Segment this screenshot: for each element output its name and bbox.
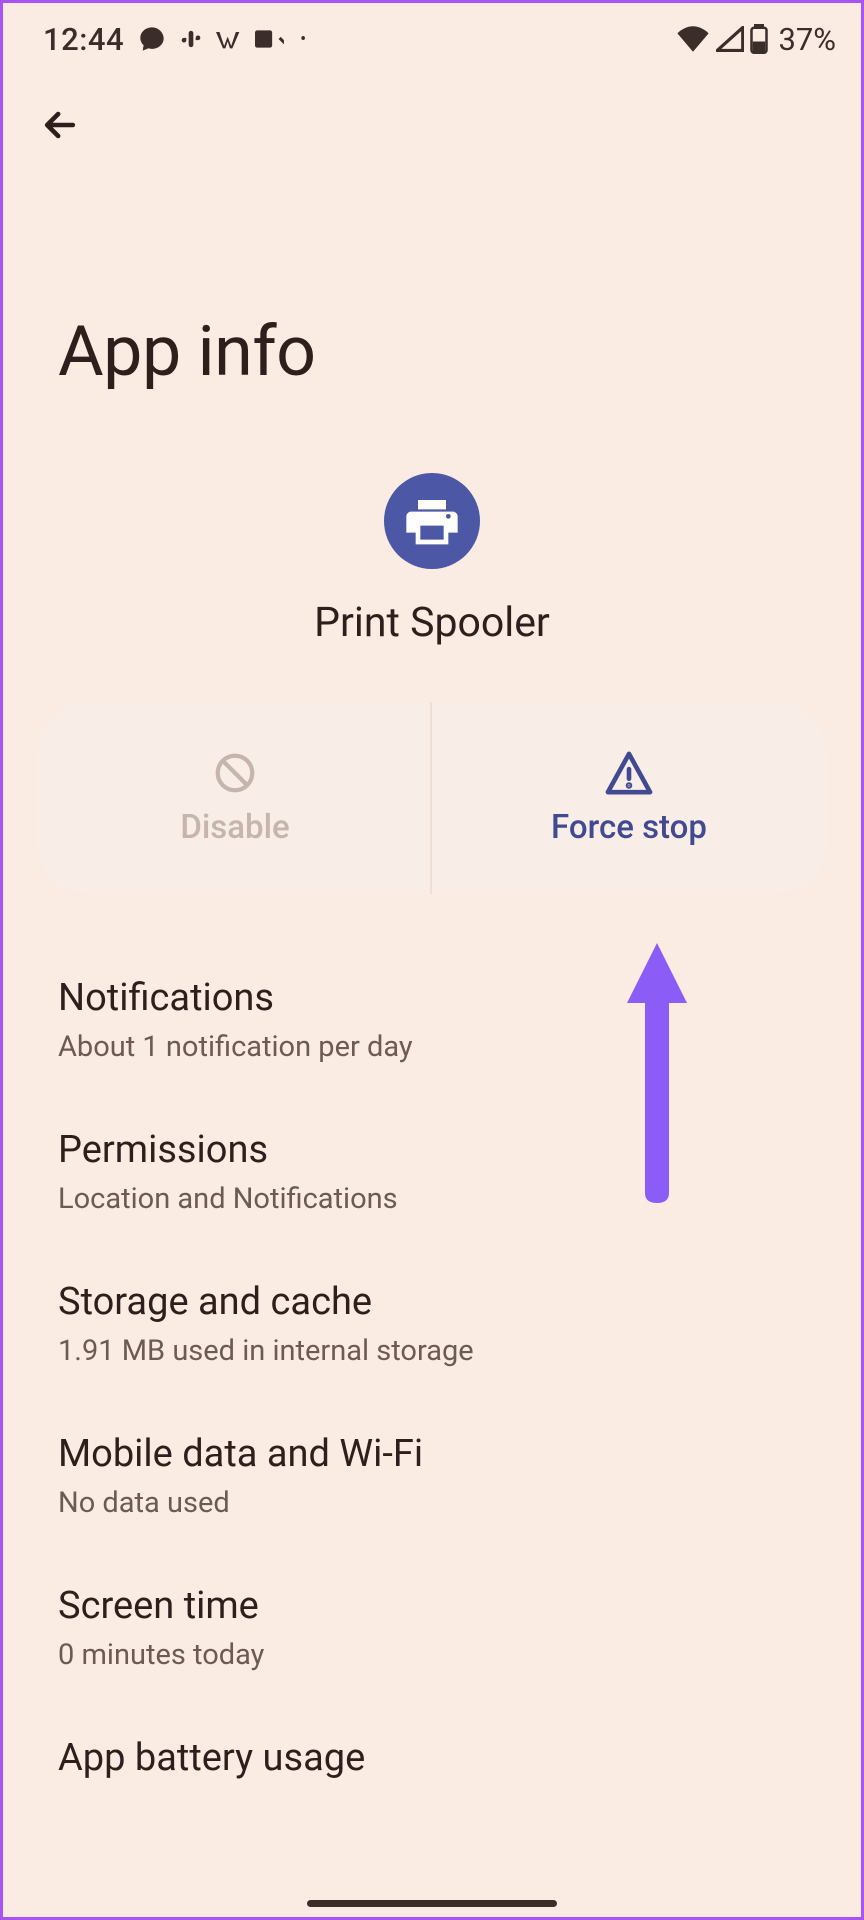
setting-title: Storage and cache	[58, 1280, 806, 1324]
setting-battery[interactable]: App battery usage	[58, 1704, 806, 1822]
status-left: 12:44 •	[43, 21, 306, 58]
setting-title: Permissions	[58, 1128, 806, 1172]
app-icon-1	[216, 27, 244, 51]
setting-subtitle: Location and Notifications	[58, 1182, 806, 1216]
nav-indicator[interactable]	[307, 1900, 557, 1907]
disable-label: Disable	[180, 808, 289, 847]
battery-percent: 37%	[778, 21, 836, 58]
printer-icon	[404, 495, 460, 547]
status-notification-icons: •	[138, 25, 306, 53]
more-dot: •	[300, 29, 306, 50]
force-stop-button[interactable]: Force stop	[432, 702, 826, 894]
setting-storage[interactable]: Storage and cache 1.91 MB used in intern…	[58, 1248, 806, 1400]
disable-button: Disable	[38, 702, 432, 894]
arrow-back-icon	[38, 103, 82, 147]
app-name: Print Spooler	[314, 599, 550, 647]
setting-subtitle: 0 minutes today	[58, 1638, 806, 1672]
setting-subtitle: No data used	[58, 1486, 806, 1520]
disable-icon	[212, 750, 258, 796]
battery-icon	[750, 24, 768, 54]
page-title: App info	[3, 171, 861, 473]
chat-icon	[138, 25, 166, 53]
outlook-icon	[255, 27, 285, 51]
status-bar: 12:44 • 37%	[3, 3, 861, 73]
setting-title: Mobile data and Wi-Fi	[58, 1432, 806, 1476]
actions-row: Disable Force stop	[38, 702, 826, 894]
wifi-icon	[676, 26, 710, 52]
setting-permissions[interactable]: Permissions Location and Notifications	[58, 1096, 806, 1248]
setting-title: Screen time	[58, 1584, 806, 1628]
setting-notifications[interactable]: Notifications About 1 notification per d…	[58, 944, 806, 1096]
setting-title: App battery usage	[58, 1736, 806, 1780]
status-right: 37%	[676, 21, 836, 58]
back-button[interactable]	[3, 73, 861, 171]
setting-title: Notifications	[58, 976, 806, 1020]
setting-subtitle: About 1 notification per day	[58, 1030, 806, 1064]
app-header: Print Spooler	[3, 473, 861, 702]
setting-subtitle: 1.91 MB used in internal storage	[58, 1334, 806, 1368]
setting-screen-time[interactable]: Screen time 0 minutes today	[58, 1552, 806, 1704]
settings-list: Notifications About 1 notification per d…	[3, 944, 861, 1822]
status-time: 12:44	[43, 21, 124, 58]
warning-icon	[604, 750, 654, 796]
app-icon	[384, 473, 480, 569]
force-stop-label: Force stop	[551, 808, 707, 847]
signal-icon	[716, 26, 744, 52]
setting-data[interactable]: Mobile data and Wi-Fi No data used	[58, 1400, 806, 1552]
slack-icon	[177, 25, 205, 53]
